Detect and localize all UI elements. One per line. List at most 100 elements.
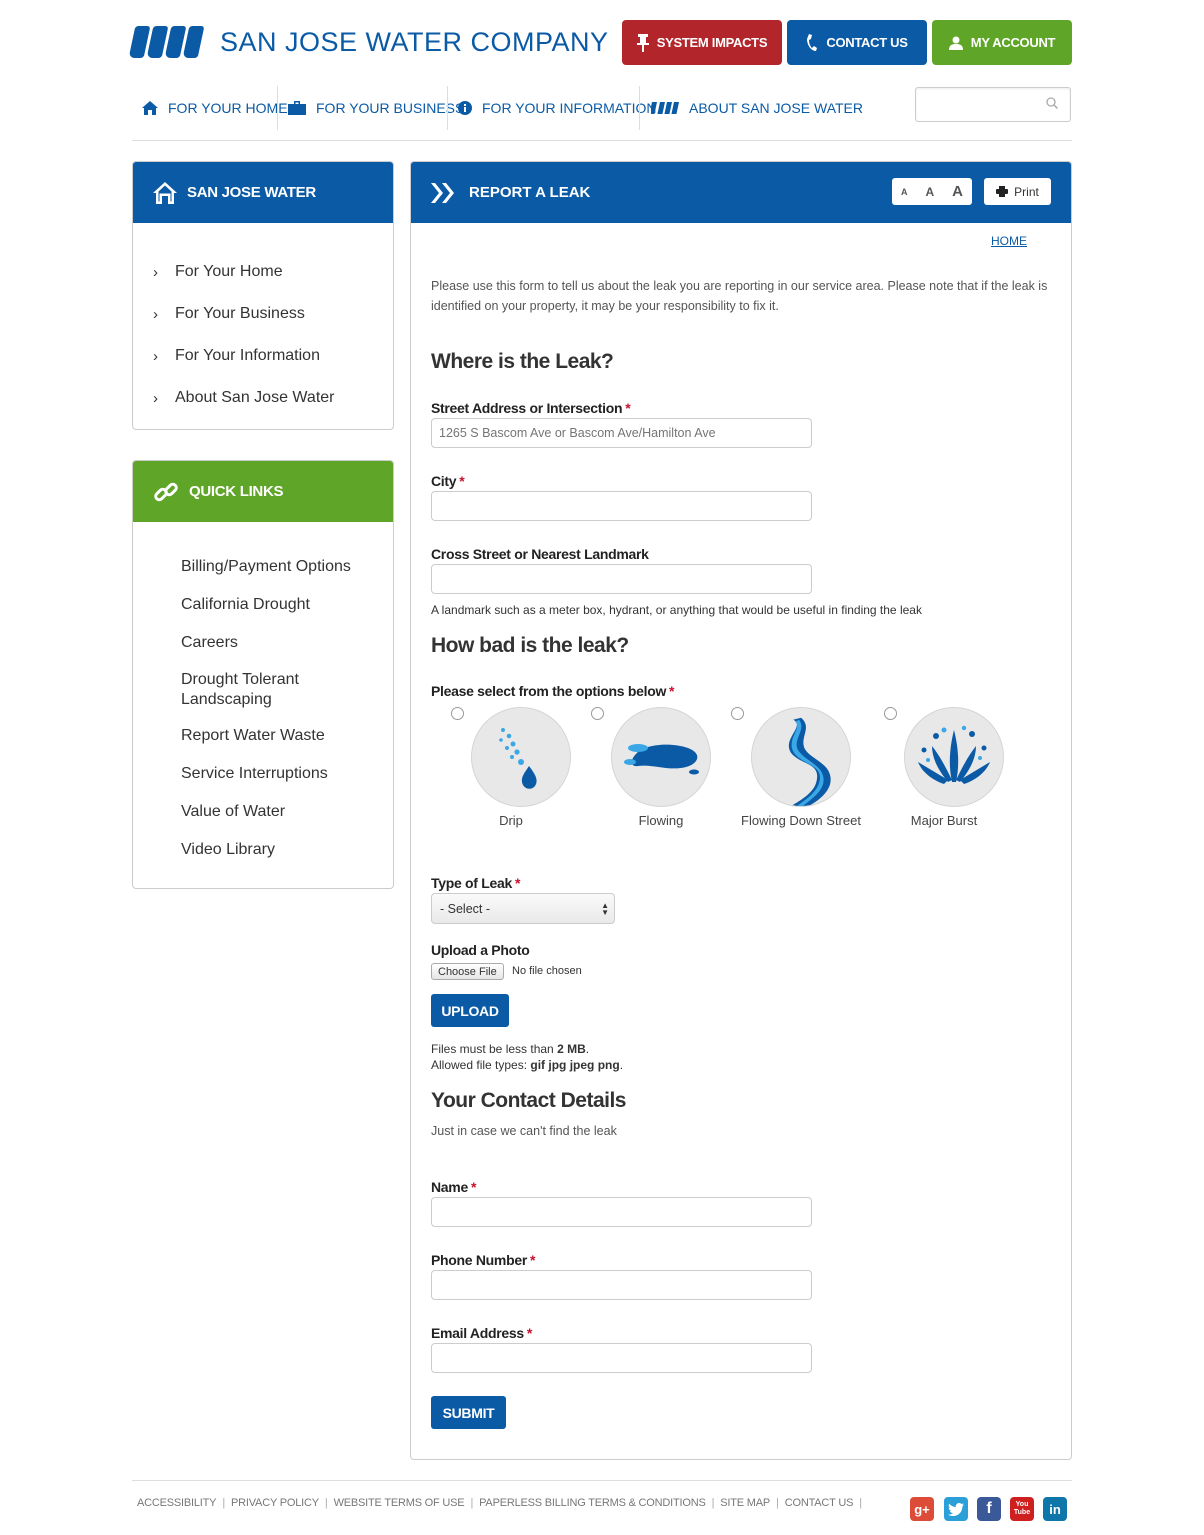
company-logo[interactable]: SAN JOSE WATER COMPANY <box>128 26 609 58</box>
system-impacts-label: SYSTEM IMPACTS <box>656 35 768 50</box>
print-label: Print <box>1014 184 1039 199</box>
my-account-label: MY ACCOUNT <box>970 35 1056 50</box>
severity-label: Please select from the options below * <box>431 683 675 699</box>
nav-for-your-business[interactable]: FOR YOUR BUSINESS <box>288 86 464 130</box>
print-button[interactable]: Print <box>984 178 1051 205</box>
system-impacts-button[interactable]: SYSTEM IMPACTS <box>622 20 782 65</box>
quick-link-item[interactable]: California Drought <box>181 586 393 624</box>
quick-link-item[interactable]: Billing/Payment Options <box>181 548 393 586</box>
footer-link-paperless[interactable]: PAPERLESS BILLING TERMS & CONDITIONS <box>479 1497 706 1509</box>
facebook-icon[interactable]: f <box>977 1497 1001 1521</box>
quick-link-item[interactable]: Report Water Waste <box>181 717 393 755</box>
search-input[interactable] <box>922 88 1042 120</box>
info-icon <box>458 101 472 115</box>
flowing-down-street-radio[interactable] <box>731 707 744 720</box>
quick-link-item[interactable]: Drought Tolerant Landscaping <box>181 662 351 717</box>
leak-type-select[interactable]: - Select - ▲ ▼ <box>431 893 615 924</box>
sidebar-item-information[interactable]: › For Your Information <box>153 335 393 377</box>
search-icon[interactable] <box>1046 97 1058 109</box>
sjw-logo-icon <box>128 26 205 58</box>
twitter-icon[interactable] <box>944 1497 968 1521</box>
footer-link-accessibility[interactable]: ACCESSIBILITY <box>137 1497 217 1509</box>
nav-information-label: FOR YOUR INFORMATION <box>482 100 657 116</box>
email-input[interactable] <box>431 1343 812 1373</box>
street-address-input[interactable] <box>431 418 812 448</box>
file-types-note-prefix: Allowed file types: <box>431 1058 531 1072</box>
footer-link-terms[interactable]: WEBSITE TERMS OF USE <box>334 1497 465 1509</box>
nav-for-your-information[interactable]: FOR YOUR INFORMATION <box>458 86 656 130</box>
report-leak-panel: REPORT A LEAK A A A Print HOME Please us… <box>410 161 1072 1460</box>
home-icon <box>153 181 177 204</box>
choose-file-button[interactable]: Choose File <box>431 963 504 980</box>
how-bad-heading: How bad is the leak? <box>431 634 629 657</box>
file-types-note: Allowed file types: gif jpg jpeg png. <box>431 1058 623 1072</box>
flowing-down-street-caption: Flowing Down Street <box>741 813 861 828</box>
drip-radio[interactable] <box>451 707 464 720</box>
font-size-large-button[interactable]: A <box>952 183 963 200</box>
quick-link-item[interactable]: Value of Water <box>181 793 393 831</box>
main-nav: FOR YOUR HOME FOR YOUR BUSINESS FOR YOUR… <box>132 86 1072 141</box>
my-account-button[interactable]: MY ACCOUNT <box>932 20 1072 65</box>
home-icon <box>142 101 158 115</box>
major-burst-caption: Major Burst <box>910 813 978 828</box>
name-input[interactable] <box>431 1197 812 1227</box>
footer-separator: | <box>711 1497 715 1509</box>
font-size-small-button[interactable]: A <box>901 187 908 197</box>
major-burst-radio[interactable] <box>884 707 897 720</box>
file-size-limit: 2 MB <box>557 1042 586 1056</box>
google-plus-icon[interactable]: g+ <box>910 1497 934 1521</box>
font-size-medium-button[interactable]: A <box>925 185 934 199</box>
quick-link-label: Video Library <box>181 841 275 858</box>
phone-label: Phone Number * <box>431 1252 535 1268</box>
contact-us-button[interactable]: CONTACT US <box>787 20 927 65</box>
sidebar-list: › For Your Home › For Your Business › For Y… <box>133 223 393 419</box>
quick-link-item[interactable]: Service Interruptions <box>181 755 393 793</box>
required-marker: * <box>625 400 631 416</box>
phone-input[interactable] <box>431 1270 812 1300</box>
double-chevron-right-icon <box>431 182 454 203</box>
burst-icon <box>904 707 1004 807</box>
file-size-note-prefix: Files must be less than <box>431 1042 558 1056</box>
sidebar-item-home[interactable]: › For Your Home <box>153 251 393 293</box>
nav-business-label: FOR YOUR BUSINESS <box>316 100 465 116</box>
quick-links-title: QUICK LINKS <box>189 483 284 500</box>
nav-divider <box>447 86 448 130</box>
footer-link-privacy[interactable]: PRIVACY POLICY <box>231 1497 319 1509</box>
flowing-radio[interactable] <box>591 707 604 720</box>
nav-divider <box>639 86 640 130</box>
sidebar-item-business[interactable]: › For Your Business <box>153 293 393 335</box>
sidebar-item-label: For Your Home <box>175 263 283 280</box>
footer-link-contact[interactable]: CONTACT US <box>785 1497 854 1509</box>
footer-link-sitemap[interactable]: SITE MAP <box>720 1497 770 1509</box>
sidebar-item-label: About San Jose Water <box>175 389 335 406</box>
nav-home-label: FOR YOUR HOME <box>168 100 288 116</box>
upload-button[interactable]: UPLOAD <box>431 994 509 1027</box>
submit-button[interactable]: SUBMIT <box>431 1396 506 1429</box>
breadcrumb-home-link[interactable]: HOME <box>991 234 1027 248</box>
leak-type-label-text: Type of Leak <box>431 875 512 891</box>
city-input[interactable] <box>431 491 812 521</box>
site-footer: ACCESSIBILITY | PRIVACY POLICY | WEBSITE T… <box>132 1480 1072 1535</box>
upload-photo-label: Upload a Photo <box>431 942 530 958</box>
cross-street-label: Cross Street or Nearest Landmark <box>431 546 649 562</box>
linkedin-icon[interactable]: in <box>1043 1497 1067 1521</box>
nav-divider <box>277 86 278 130</box>
nav-about-label: ABOUT SAN JOSE WATER <box>689 100 863 116</box>
required-marker: * <box>526 1325 532 1341</box>
cross-street-input[interactable] <box>431 564 812 594</box>
youtube-icon[interactable]: You Tube <box>1010 1497 1034 1521</box>
sidebar-item-about[interactable]: › About San Jose Water <box>153 377 393 419</box>
leak-type-selected: - Select - <box>440 901 491 916</box>
chevron-right-icon: › <box>153 263 158 281</box>
quick-link-item[interactable]: Careers <box>181 624 393 662</box>
user-icon <box>948 36 963 50</box>
quick-link-label: Drought Tolerant Landscaping <box>181 670 299 708</box>
quick-link-item[interactable]: Video Library <box>181 831 393 869</box>
file-size-note-suffix: . <box>585 1042 590 1056</box>
nav-for-your-home[interactable]: FOR YOUR HOME <box>142 86 288 130</box>
company-name: SAN JOSE WATER COMPANY <box>220 26 609 57</box>
required-marker: * <box>529 1252 536 1268</box>
required-marker: * <box>459 473 465 489</box>
nav-about-san-jose-water[interactable]: ABOUT SAN JOSE WATER <box>651 86 863 130</box>
chevron-right-icon: › <box>153 347 158 365</box>
